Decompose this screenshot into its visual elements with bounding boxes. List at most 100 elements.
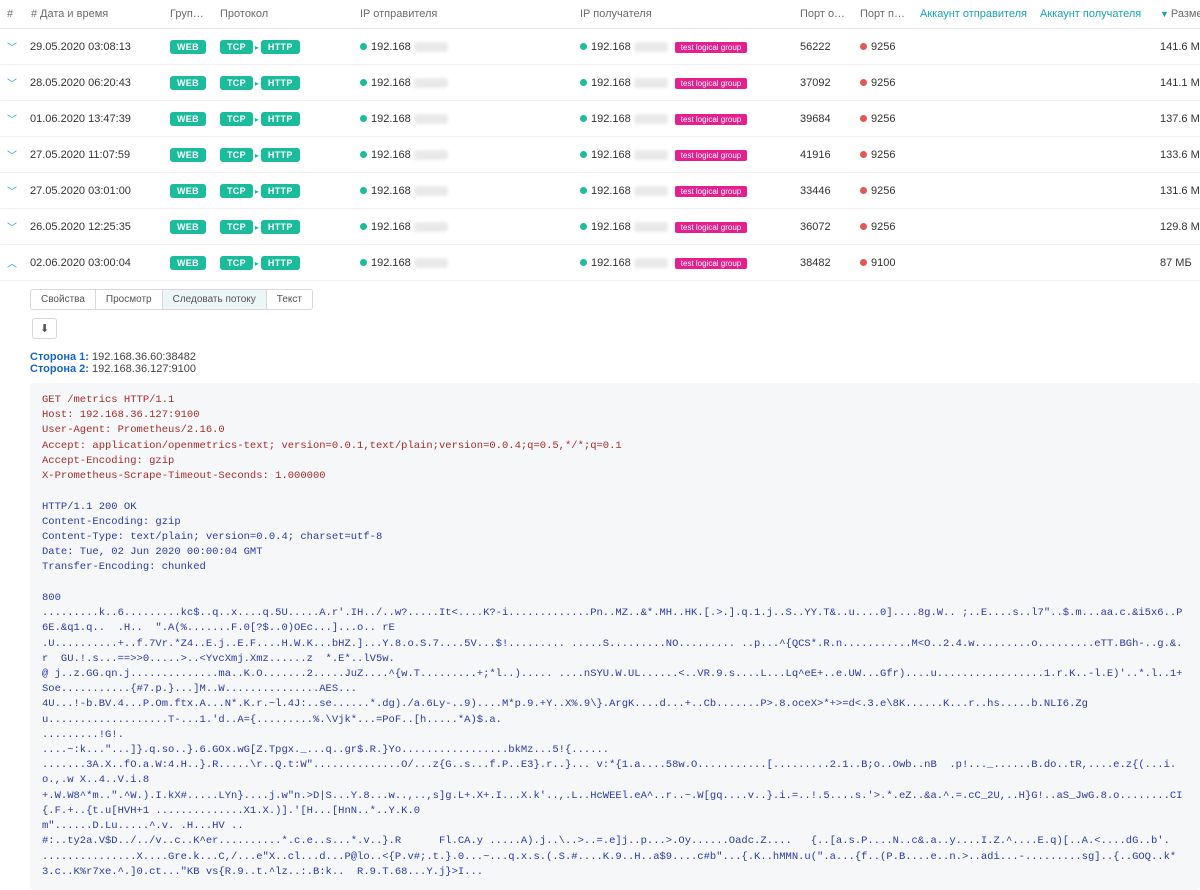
table-row[interactable]: ﹀26.05.2020 12:25:35WEBTCP▸HTTP192.16819…: [0, 209, 1200, 245]
table-header-row: # #Дата и время Группа про… Протокол IP …: [0, 0, 1200, 29]
col-datetime[interactable]: #Дата и время: [24, 0, 164, 29]
ip-redacted: [634, 222, 668, 232]
col-receiver-port[interactable]: Порт по…: [854, 0, 914, 29]
chevron-up-icon[interactable]: ︿: [7, 255, 17, 270]
status-dot-icon: [360, 187, 367, 194]
col-sender-port[interactable]: Порт от…: [794, 0, 854, 29]
cell-protocol: TCP▸HTTP: [214, 137, 354, 173]
table-row[interactable]: ﹀27.05.2020 03:01:00WEBTCP▸HTTP192.16819…: [0, 173, 1200, 209]
cell-sender-port: 37092: [794, 65, 854, 101]
cell-sender-port: 39684: [794, 101, 854, 137]
cell-datetime: 26.05.2020 12:25:35: [24, 209, 164, 245]
status-dot-icon: [860, 151, 867, 158]
col-receiver-ip[interactable]: IP получателя: [574, 0, 794, 29]
badge-tcp: TCP: [220, 112, 253, 126]
cell-receiver-ip: 192.168test logical group: [574, 173, 794, 209]
badge-web: WEB: [170, 76, 206, 90]
badge-http: HTTP: [261, 148, 300, 162]
col-sender-account[interactable]: Аккаунт отправителя: [914, 0, 1034, 29]
cell-receiver-ip: 192.168test logical group: [574, 137, 794, 173]
cell-sender-ip: 192.168: [354, 173, 574, 209]
col-receiver-account[interactable]: Аккаунт получателя: [1034, 0, 1154, 29]
cell-datetime: 29.05.2020 03:08:13: [24, 29, 164, 65]
cell-protocol: TCP▸HTTP: [214, 173, 354, 209]
table-row[interactable]: ﹀01.06.2020 13:47:39WEBTCP▸HTTP192.16819…: [0, 101, 1200, 137]
cell-group: WEB: [164, 137, 214, 173]
download-button[interactable]: ⬇: [32, 318, 57, 339]
cell-protocol: TCP▸HTTP: [214, 65, 354, 101]
status-dot-icon: [860, 115, 867, 122]
badge-logical-group: test logical group: [675, 222, 747, 233]
status-dot-icon: [860, 79, 867, 86]
tab-text[interactable]: Текст: [267, 290, 312, 309]
protocol-arrow-icon: ▸: [255, 187, 259, 196]
table-row[interactable]: ﹀29.05.2020 03:08:13WEBTCP▸HTTP192.16819…: [0, 29, 1200, 65]
tab-view[interactable]: Просмотр: [96, 290, 163, 309]
tab-follow-stream[interactable]: Следовать потоку: [163, 290, 267, 309]
cell-receiver-port: 9256: [854, 65, 914, 101]
cell-datetime: 27.05.2020 11:07:59: [24, 137, 164, 173]
table-row[interactable]: ﹀28.05.2020 06:20:43WEBTCP▸HTTP192.16819…: [0, 65, 1200, 101]
ip-redacted: [634, 258, 668, 268]
status-dot-icon: [860, 187, 867, 194]
cell-size: 129.8 МБ: [1154, 209, 1200, 245]
status-dot-icon: [860, 259, 867, 266]
ip-redacted: [634, 186, 668, 196]
col-expand[interactable]: #: [0, 0, 24, 29]
status-dot-icon: [580, 259, 587, 266]
chevron-down-icon[interactable]: ﹀: [7, 147, 17, 162]
cell-group: WEB: [164, 101, 214, 137]
col-size[interactable]: ▼Размер (Б): [1154, 0, 1200, 29]
status-dot-icon: [580, 43, 587, 50]
cell-sender-port: 33446: [794, 173, 854, 209]
cell-size: 137.6 МБ: [1154, 101, 1200, 137]
ip-redacted: [414, 114, 448, 124]
cell-sender-port: 36072: [794, 209, 854, 245]
table-row[interactable]: ︿02.06.2020 03:00:04WEBTCP▸HTTP192.16819…: [0, 245, 1200, 281]
cell-protocol: TCP▸HTTP: [214, 209, 354, 245]
cell-sender-account: [914, 209, 1034, 245]
badge-logical-group: test logical group: [675, 42, 747, 53]
cell-receiver-account: [1034, 173, 1154, 209]
cell-sender-ip: 192.168: [354, 245, 574, 281]
tab-properties[interactable]: Свойства: [31, 290, 96, 309]
table-row[interactable]: ﹀27.05.2020 11:07:59WEBTCP▸HTTP192.16819…: [0, 137, 1200, 173]
cell-group: WEB: [164, 245, 214, 281]
status-dot-icon: [360, 223, 367, 230]
cell-sender-account: [914, 65, 1034, 101]
status-dot-icon: [580, 115, 587, 122]
stream-sides: Сторона 1: 192.168.36.60:38482 Сторона 2…: [30, 351, 1200, 375]
cell-size: 141.6 МБ: [1154, 29, 1200, 65]
cell-protocol: TCP▸HTTP: [214, 245, 354, 281]
badge-logical-group: test logical group: [675, 114, 747, 125]
status-dot-icon: [580, 79, 587, 86]
status-dot-icon: [580, 187, 587, 194]
raw-stream-content[interactable]: GET /metrics HTTP/1.1 Host: 192.168.36.1…: [30, 383, 1200, 890]
cell-sender-account: [914, 101, 1034, 137]
cell-receiver-port: 9256: [854, 137, 914, 173]
cell-receiver-ip: 192.168test logical group: [574, 65, 794, 101]
chevron-down-icon[interactable]: ﹀: [7, 39, 17, 54]
cell-receiver-port: 9256: [854, 29, 914, 65]
detail-panel: Свойства Просмотр Следовать потоку Текст…: [0, 281, 1200, 890]
cell-sender-ip: 192.168: [354, 209, 574, 245]
cell-sender-ip: 192.168: [354, 65, 574, 101]
badge-http: HTTP: [261, 256, 300, 270]
cell-sender-account: [914, 29, 1034, 65]
col-group[interactable]: Группа про…: [164, 0, 214, 29]
ip-redacted: [634, 150, 668, 160]
cell-sender-account: [914, 137, 1034, 173]
badge-http: HTTP: [261, 220, 300, 234]
col-sender-ip[interactable]: IP отправителя: [354, 0, 574, 29]
chevron-down-icon[interactable]: ﹀: [7, 75, 17, 90]
cell-receiver-ip: 192.168test logical group: [574, 29, 794, 65]
chevron-down-icon[interactable]: ﹀: [7, 111, 17, 126]
chevron-down-icon[interactable]: ﹀: [7, 183, 17, 198]
col-protocol[interactable]: Протокол: [214, 0, 354, 29]
badge-logical-group: test logical group: [675, 186, 747, 197]
sessions-table: # #Дата и время Группа про… Протокол IP …: [0, 0, 1200, 281]
cell-group: WEB: [164, 29, 214, 65]
cell-sender-account: [914, 173, 1034, 209]
ip-redacted: [414, 222, 448, 232]
chevron-down-icon[interactable]: ﹀: [7, 219, 17, 234]
